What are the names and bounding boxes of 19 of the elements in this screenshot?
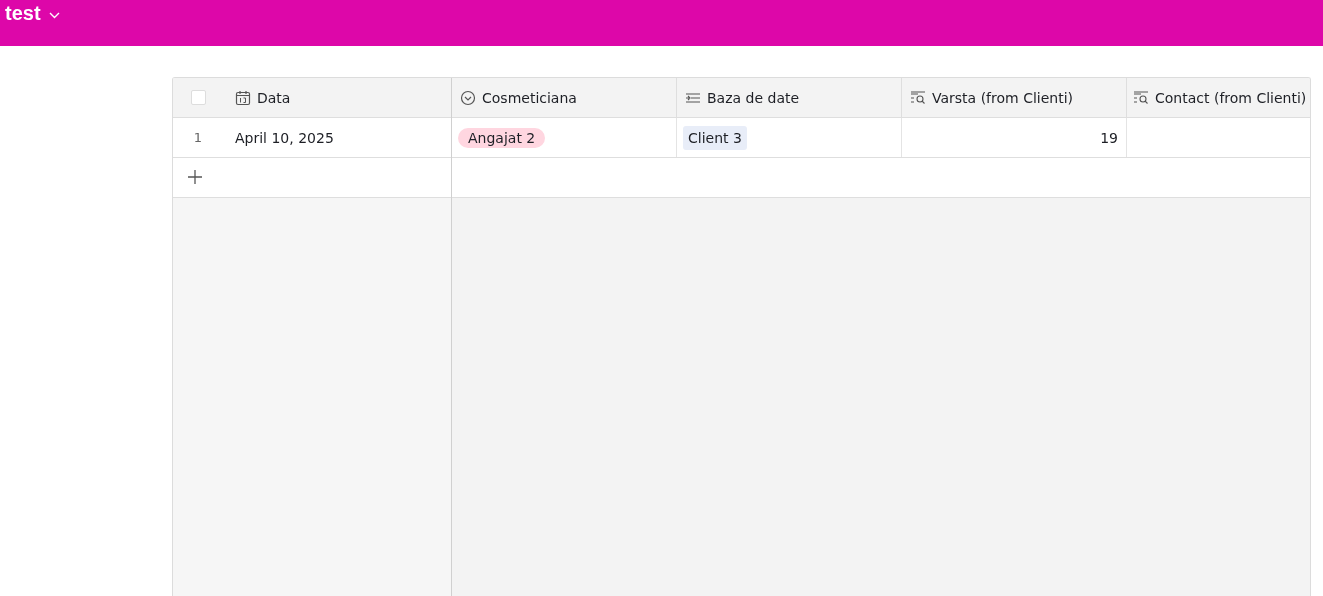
calendar-icon (235, 89, 251, 106)
column-header[interactable]: Varsta (from Clienti) (902, 78, 1127, 117)
add-row[interactable] (452, 158, 1310, 198)
column-header[interactable]: Baza de date (677, 78, 902, 117)
add-icon[interactable] (187, 169, 203, 185)
option-tag: Angajat 2 (458, 127, 546, 148)
date-value: April 10, 2025 (235, 129, 334, 146)
column-header[interactable]: Cosmeticiana (452, 78, 677, 117)
lookup-icon (910, 89, 926, 106)
select-all-checkbox[interactable] (190, 90, 206, 105)
column-header[interactable]: Contact (from Clienti) (1127, 78, 1310, 117)
linked-record[interactable]: Client 3 (683, 125, 747, 150)
chevron-circle-icon (460, 89, 476, 106)
lookup-icon (1133, 89, 1149, 106)
number-value: 19 (1100, 129, 1118, 146)
caret-icon[interactable] (48, 12, 60, 19)
base-title[interactable]: test (5, 2, 41, 25)
column-header[interactable]: Data (223, 78, 451, 117)
row-number: 1 (193, 130, 203, 145)
